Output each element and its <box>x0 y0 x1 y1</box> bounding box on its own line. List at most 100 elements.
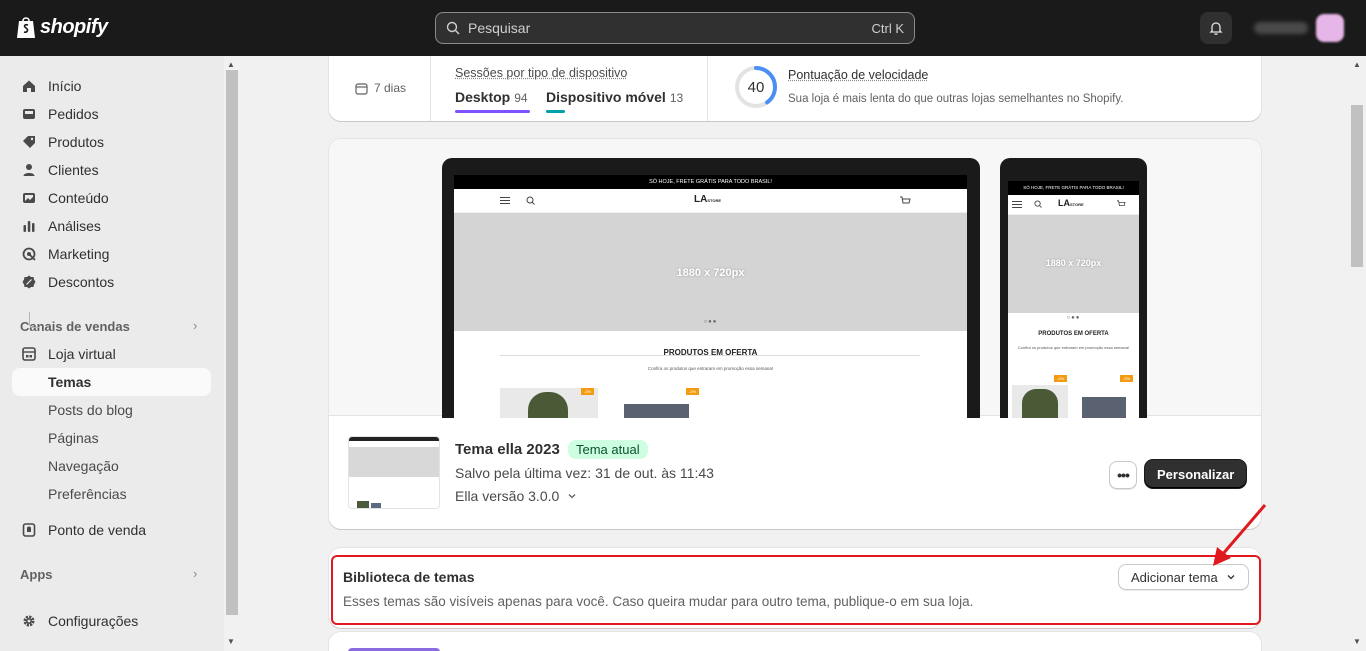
sidebar-item-blog-posts[interactable]: Posts do blog <box>12 396 211 424</box>
bell-icon <box>1209 22 1223 35</box>
sidebar-item-pages[interactable]: Páginas <box>12 424 211 452</box>
scroll-down-arrow-icon[interactable]: ▼ <box>1353 637 1361 646</box>
divider <box>430 56 431 121</box>
sidebar-item-content[interactable]: Conteúdo <box>12 184 211 212</box>
mobile-underline <box>546 110 565 113</box>
scroll-up-arrow-icon[interactable]: ▲ <box>227 60 235 69</box>
sidebar-item-analytics[interactable]: Análises <box>12 212 211 240</box>
account-menu[interactable] <box>1244 12 1344 44</box>
scroll-down-arrow-icon[interactable]: ▼ <box>227 637 235 646</box>
discount-icon <box>20 273 38 291</box>
sidebar-item-label: Análises <box>48 218 101 234</box>
thumb-product <box>357 501 369 508</box>
sidebar-item-label: Temas <box>48 374 92 390</box>
status-badge: Tema atual <box>568 440 648 459</box>
main-scrollbar-thumb[interactable] <box>1351 105 1363 267</box>
sidebar-item-label: Páginas <box>48 430 99 446</box>
tab-desktop[interactable]: Desktop 94 <box>455 89 528 105</box>
announcement-bar: SÓ HOJE, FRETE GRÁTIS PARA TODO BRASIL! <box>1008 181 1139 195</box>
offers-title: PRODUTOS EM OFERTA <box>1038 331 1109 337</box>
theme-name: Tema ella 2023 <box>455 441 560 458</box>
menu-icon <box>1012 201 1022 208</box>
desktop-label: Desktop <box>455 89 511 105</box>
sidebar-scrollbar-thumb[interactable] <box>226 70 238 615</box>
chevron-right-icon[interactable]: › <box>193 318 197 333</box>
discount-tag: -0% <box>1054 375 1068 382</box>
inbox-icon <box>20 105 38 123</box>
cart-icon <box>1117 200 1126 206</box>
sidebar-item-settings[interactable]: Configurações <box>12 607 211 635</box>
sidebar-item-label: Posts do blog <box>48 402 133 418</box>
current-theme-card: SÓ HOJE, FRETE GRÁTIS PARA TODO BRASIL! … <box>329 139 1261 529</box>
sidebar-item-navigation[interactable]: Navegação <box>12 452 211 480</box>
more-actions-button[interactable]: ••• <box>1109 461 1137 489</box>
product-image <box>1022 389 1058 418</box>
sidebar-item-label: Descontos <box>48 274 115 290</box>
store-logo-text: LA <box>1058 198 1070 208</box>
store-header: LASTORE <box>454 189 967 213</box>
thumb-product <box>371 503 381 508</box>
sidebar-item-label: Início <box>48 78 82 94</box>
product-image <box>624 404 689 418</box>
theme-version-toggle[interactable]: Ella versão 3.0.0 <box>455 488 577 504</box>
cart-icon <box>900 196 911 204</box>
discount-tag: -0% <box>686 388 700 395</box>
theme-info: Tema ella 2023 Tema atual Salvo pela últ… <box>329 417 1261 529</box>
sidebar-item-discounts[interactable]: Descontos <box>12 268 211 296</box>
search-icon <box>1034 200 1042 208</box>
sidebar-item-label: Loja virtual <box>48 346 116 362</box>
chevron-right-icon[interactable]: › <box>193 566 197 581</box>
store-logo-text: LA <box>694 194 708 205</box>
customize-button[interactable]: Personalizar <box>1145 460 1247 488</box>
sidebar-item-label: Clientes <box>48 162 99 178</box>
search-bar[interactable]: Ctrl K <box>435 12 915 44</box>
sidebar-item-pos[interactable]: Ponto de venda <box>12 516 211 544</box>
tab-mobile[interactable]: Dispositivo móvel 13 <box>546 89 683 105</box>
home-icon <box>20 77 38 95</box>
product-card <box>1078 385 1134 418</box>
sidebar-item-themes[interactable]: Temas <box>12 368 211 396</box>
sidebar-item-marketing[interactable]: Marketing <box>12 240 211 268</box>
notifications-button[interactable] <box>1200 12 1232 44</box>
search-icon <box>526 196 535 205</box>
hero-text: 1880 x 720px <box>676 267 745 279</box>
sidebar-item-preferences[interactable]: Preferências <box>12 480 211 508</box>
store-logo-small: STORE <box>1070 202 1084 207</box>
announcement-bar: SÓ HOJE, FRETE GRÁTIS PARA TODO BRASIL! <box>454 175 967 189</box>
target-icon <box>20 245 38 263</box>
hero-banner: 1880 x 720px <box>1008 215 1139 313</box>
sidebar-item-label: Navegação <box>48 458 119 474</box>
apps-heading[interactable]: Apps <box>20 567 53 582</box>
sidebar-item-label: Ponto de venda <box>48 522 147 538</box>
scroll-up-arrow-icon[interactable]: ▲ <box>1353 60 1361 69</box>
theme-thumbnail[interactable] <box>348 436 440 509</box>
chevron-down-icon <box>568 494 576 499</box>
sessions-title[interactable]: Sessões por tipo de dispositivo <box>455 66 627 80</box>
sidebar-item-label: Conteúdo <box>48 190 109 206</box>
product-image <box>1082 397 1126 418</box>
date-range-button[interactable]: 7 dias <box>355 81 406 95</box>
theme-saved-time: Salvo pela última vez: 31 de out. às 11:… <box>455 465 714 481</box>
store-logo: LASTORE <box>694 194 721 205</box>
sidebar-item-home[interactable]: Início <box>12 72 211 100</box>
sidebar-item-customers[interactable]: Clientes <box>12 156 211 184</box>
bar-chart-icon <box>20 217 38 235</box>
hero-banner: 1880 x 720px ○●● <box>454 213 967 331</box>
person-icon <box>20 161 38 179</box>
search-input[interactable] <box>468 20 872 36</box>
shopify-bag-icon <box>17 17 35 38</box>
search-icon <box>446 21 460 35</box>
sidebar-item-orders[interactable]: Pedidos <box>12 100 211 128</box>
sidebar-item-label: Produtos <box>48 134 105 150</box>
thumb-hero <box>349 447 439 477</box>
store-logo: LASTORE <box>1058 198 1084 208</box>
sidebar-item-products[interactable]: Produtos <box>12 128 211 156</box>
customize-label: Personalizar <box>1157 466 1235 482</box>
speed-title[interactable]: Pontuação de velocidade <box>788 68 928 82</box>
sidebar-item-label: Configurações <box>48 613 139 629</box>
mobile-label: Dispositivo móvel <box>546 89 666 105</box>
sidebar-item-online-store[interactable]: Loja virtual <box>12 340 211 368</box>
desktop-preview-screen: SÓ HOJE, FRETE GRÁTIS PARA TODO BRASIL! … <box>454 175 967 418</box>
shopify-logo[interactable]: shopify <box>16 15 108 39</box>
avatar <box>1316 14 1344 42</box>
